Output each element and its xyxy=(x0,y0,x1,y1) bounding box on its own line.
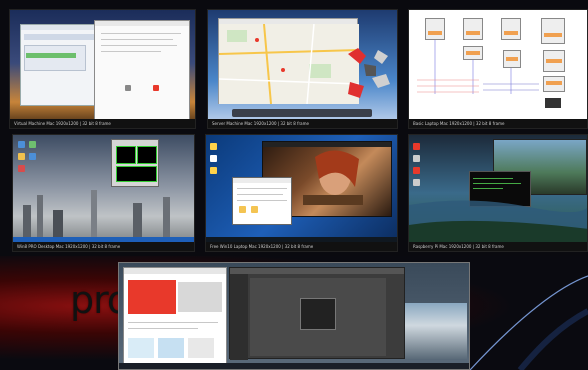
puzzle-graphic xyxy=(348,48,390,98)
desktop-icon[interactable] xyxy=(18,153,25,160)
browser-toolbar[interactable] xyxy=(124,268,226,274)
mountain-wallpaper xyxy=(405,303,467,359)
desktop-icon[interactable] xyxy=(413,143,420,150)
tile-status: Virtual Machine Mac 1920x1200 | 32 bit 8… xyxy=(10,119,195,128)
tile-status: Win8 PRO Desktop Mac 1920x1200 | 32 bit … xyxy=(13,242,194,251)
webpage-window[interactable] xyxy=(123,267,227,367)
map-canvas[interactable] xyxy=(219,24,359,104)
perf-graph xyxy=(116,166,157,182)
desktop-icon[interactable] xyxy=(413,167,420,174)
vm-host-panel xyxy=(24,45,86,71)
desktop-icon[interactable] xyxy=(210,143,217,150)
editor-window[interactable] xyxy=(229,267,405,360)
perf-monitor-window[interactable] xyxy=(111,139,159,187)
vm-host-green-strip xyxy=(26,53,76,58)
diagram-connectors xyxy=(417,40,561,108)
product-thumb[interactable] xyxy=(128,338,154,358)
hero-banner xyxy=(128,280,176,314)
desktop-icon[interactable] xyxy=(210,155,217,162)
tile-win8-pro-desktop[interactable]: Win8 PRO Desktop Mac 1920x1200 | 32 bit … xyxy=(12,134,195,252)
vm-host-window[interactable] xyxy=(20,24,104,106)
tile-focused-desktop[interactable] xyxy=(118,262,470,370)
folder-icon[interactable] xyxy=(239,206,246,213)
perf-graph xyxy=(116,146,136,164)
editor-dialog[interactable] xyxy=(300,298,336,330)
mac-dock xyxy=(232,109,372,117)
tile-status: Raspberry Pi Mac 1920x1200 | 32 bit 8 fr… xyxy=(409,242,587,251)
desktop-icon[interactable] xyxy=(18,165,25,172)
explorer-titlebar[interactable] xyxy=(233,178,291,183)
file-explorer-window[interactable] xyxy=(232,177,292,225)
city-skyline xyxy=(23,190,170,245)
bottom-taskbar[interactable] xyxy=(119,363,469,369)
tile-basic-laptop[interactable]: Basic Laptop Mac 1920x1200 | 32 bit 8 fr… xyxy=(408,9,588,129)
desktop-icon[interactable] xyxy=(29,153,36,160)
vm-guest-titlebar[interactable] xyxy=(95,21,189,26)
folder-icon[interactable] xyxy=(251,206,258,213)
editor-toolbar[interactable] xyxy=(230,268,404,274)
map-window[interactable] xyxy=(218,18,359,104)
desktop-icon[interactable] xyxy=(18,141,25,148)
tile-server-machine[interactable]: Server Machine Mac 1920x1200 | 32 bit 8 … xyxy=(207,9,398,129)
vm-guest-dialog[interactable] xyxy=(94,20,190,120)
vm-guest-grey-button[interactable] xyxy=(125,85,131,91)
editor-sidebar[interactable] xyxy=(230,274,248,360)
product-thumb[interactable] xyxy=(158,338,184,358)
tile-status: Server Machine Mac 1920x1200 | 32 bit 8 … xyxy=(208,119,397,128)
tile-status: Free Win10 Laptop Mac 1920x1200 | 32 bit… xyxy=(206,242,397,251)
lake-scene xyxy=(409,200,587,245)
vm-host-titlebar[interactable] xyxy=(21,25,103,30)
product-thumb[interactable] xyxy=(188,338,214,358)
tile-status: Basic Laptop Mac 1920x1200 | 32 bit 8 fr… xyxy=(409,119,587,128)
tile-virtual-machine[interactable]: Virtual Machine Mac 1920x1200 | 32 bit 8… xyxy=(9,9,196,129)
tile-raspberry-pi[interactable]: Raspberry Pi Mac 1920x1200 | 32 bit 8 fr… xyxy=(408,134,588,252)
hero-image xyxy=(178,282,222,312)
desktop-icon[interactable] xyxy=(29,141,36,148)
desktop-icon[interactable] xyxy=(413,155,420,162)
vm-host-toolbar xyxy=(24,34,94,40)
desktop-icon[interactable] xyxy=(413,179,420,186)
perf-graph xyxy=(137,146,157,164)
tile-free-win10-laptop[interactable]: Free Win10 Laptop Mac 1920x1200 | 32 bit… xyxy=(205,134,398,252)
desktop-icon[interactable] xyxy=(210,167,217,174)
vm-guest-red-button[interactable] xyxy=(153,85,159,91)
